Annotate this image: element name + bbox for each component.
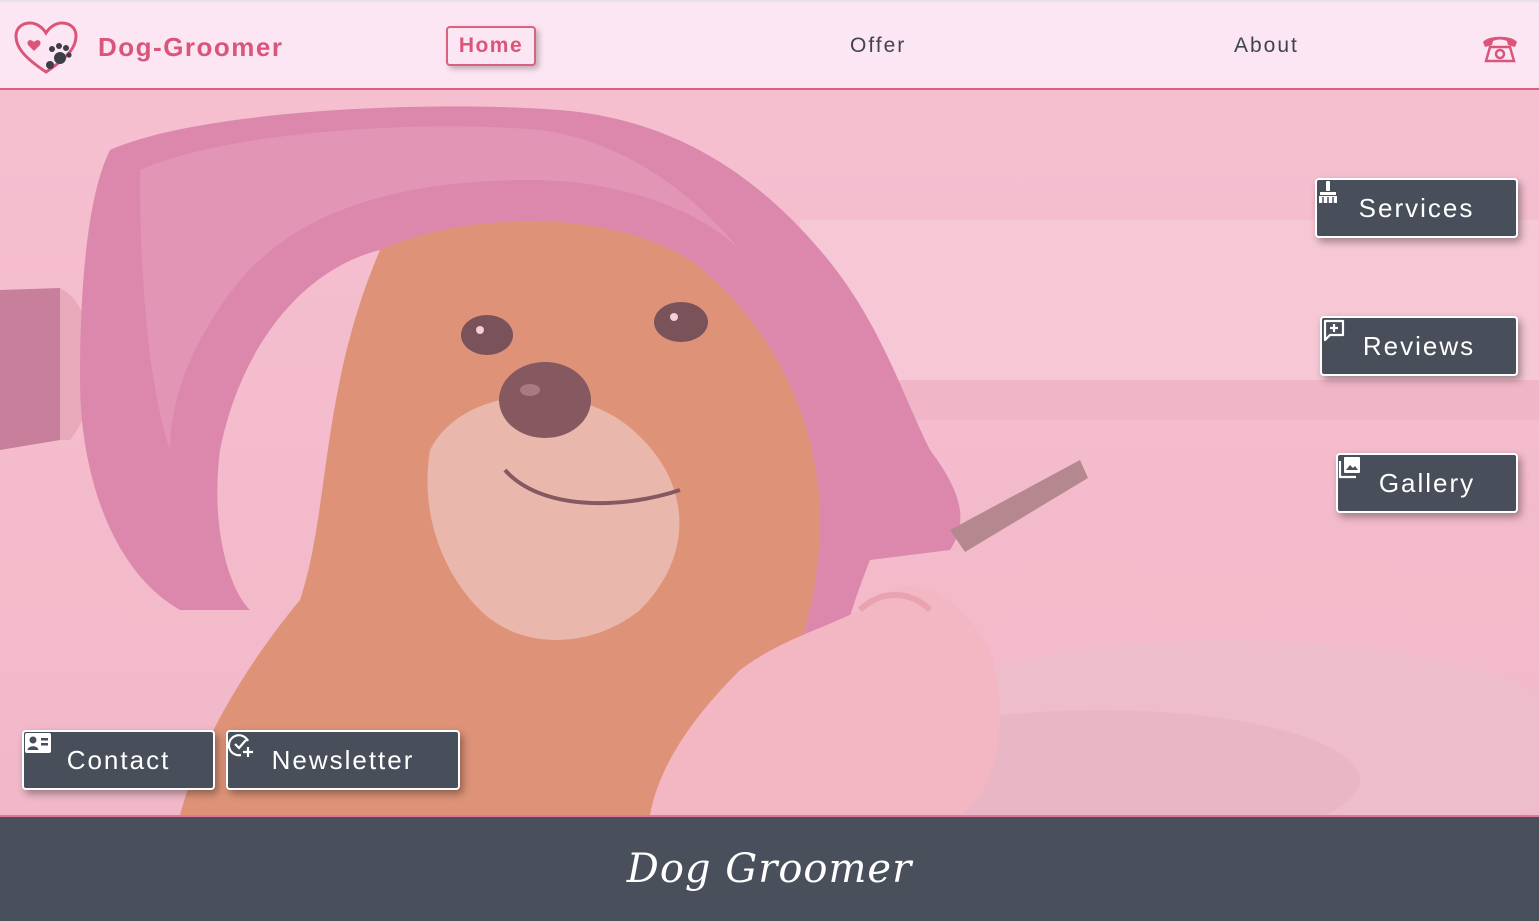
gallery-icon (1338, 457, 1360, 479)
nav-offer-link[interactable]: Offer (850, 34, 906, 58)
reviews-button-label: Reviews (1362, 330, 1476, 361)
newsletter-button-label: Newsletter (271, 744, 415, 775)
top-navbar: Dog-Groomer Home Offer About (0, 0, 1539, 90)
gallery-button-label: Gallery (1378, 467, 1476, 498)
brush-icon (1319, 181, 1337, 203)
footer-title: Dog Groomer (626, 846, 913, 892)
contact-card-icon (25, 733, 51, 753)
footer: Dog Groomer (0, 815, 1539, 921)
nav-home-link[interactable]: Home (446, 26, 536, 66)
services-button[interactable]: Services (1315, 178, 1518, 238)
review-icon (1323, 319, 1345, 342)
telephone-icon[interactable] (1480, 32, 1520, 64)
newsletter-button[interactable]: Newsletter (226, 730, 460, 790)
groomed-dog-illustration (0, 90, 1539, 815)
gallery-button[interactable]: Gallery (1336, 453, 1518, 513)
contact-button-label: Contact (66, 744, 171, 775)
contact-button[interactable]: Contact (22, 730, 215, 790)
heart-paw-icon[interactable] (12, 20, 80, 76)
reviews-button[interactable]: Reviews (1320, 316, 1518, 376)
hero-image: Services Reviews Gallery Contact Newslet… (0, 90, 1539, 815)
services-button-label: Services (1358, 192, 1475, 223)
nav-about-link[interactable]: About (1234, 34, 1299, 58)
brand-name[interactable]: Dog-Groomer (98, 32, 284, 63)
check-plus-icon (228, 734, 253, 757)
